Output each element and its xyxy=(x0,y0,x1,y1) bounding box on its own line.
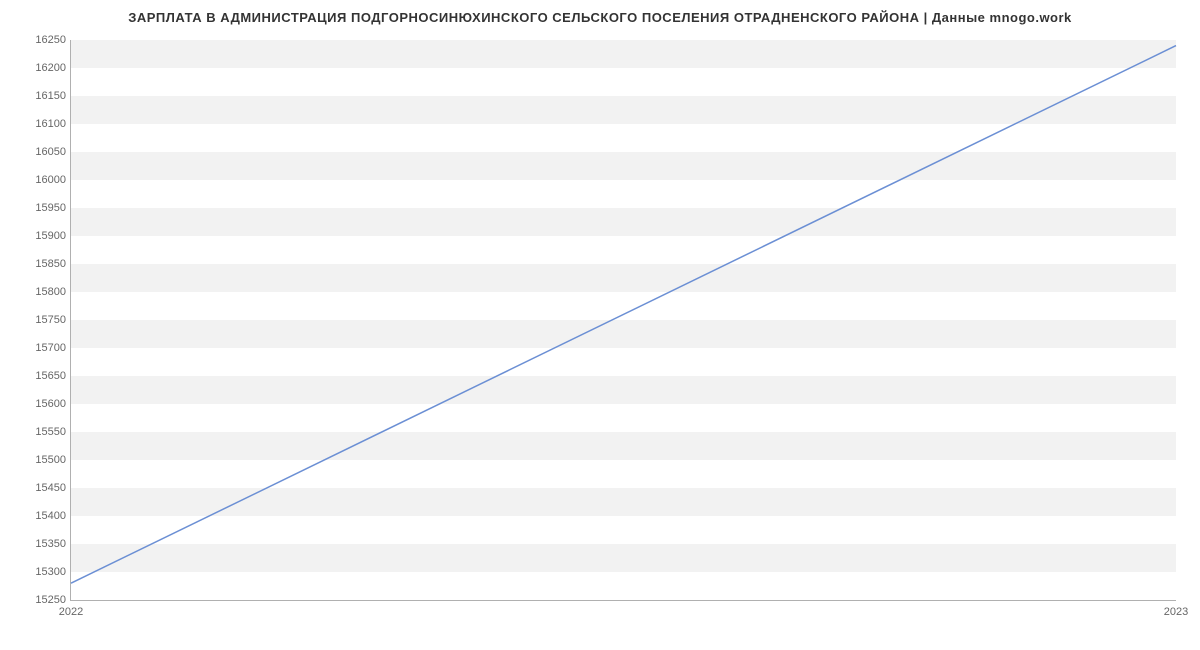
y-tick-label: 15400 xyxy=(21,510,66,522)
line-layer xyxy=(71,40,1176,600)
y-tick-label: 15250 xyxy=(21,594,66,606)
y-tick-label: 15900 xyxy=(21,230,66,242)
y-tick-label: 15850 xyxy=(21,258,66,270)
y-tick-label: 16200 xyxy=(21,62,66,74)
chart-title: ЗАРПЛАТА В АДМИНИСТРАЦИЯ ПОДГОРНОСИНЮХИН… xyxy=(0,10,1200,25)
y-tick-label: 16250 xyxy=(21,34,66,46)
y-tick-label: 15950 xyxy=(21,202,66,214)
plot-area: 1525015300153501540015450155001555015600… xyxy=(70,40,1175,600)
y-tick-label: 15500 xyxy=(21,454,66,466)
x-tick-label: 2022 xyxy=(59,606,83,618)
y-tick-label: 15450 xyxy=(21,482,66,494)
chart-container: ЗАРПЛАТА В АДМИНИСТРАЦИЯ ПОДГОРНОСИНЮХИН… xyxy=(0,0,1200,650)
y-tick-label: 16050 xyxy=(21,146,66,158)
y-tick-label: 15300 xyxy=(21,566,66,578)
y-tick-label: 16100 xyxy=(21,118,66,130)
y-tick-label: 15800 xyxy=(21,286,66,298)
y-tick-label: 15700 xyxy=(21,342,66,354)
y-tick-label: 15550 xyxy=(21,426,66,438)
y-tick-label: 15650 xyxy=(21,370,66,382)
series-line xyxy=(71,46,1176,584)
y-tick-label: 16150 xyxy=(21,90,66,102)
y-tick-label: 16000 xyxy=(21,174,66,186)
y-tick-label: 15350 xyxy=(21,538,66,550)
y-tick-label: 15750 xyxy=(21,314,66,326)
x-tick-label: 2023 xyxy=(1164,606,1188,618)
plot-inner: 1525015300153501540015450155001555015600… xyxy=(70,40,1176,601)
y-tick-label: 15600 xyxy=(21,398,66,410)
